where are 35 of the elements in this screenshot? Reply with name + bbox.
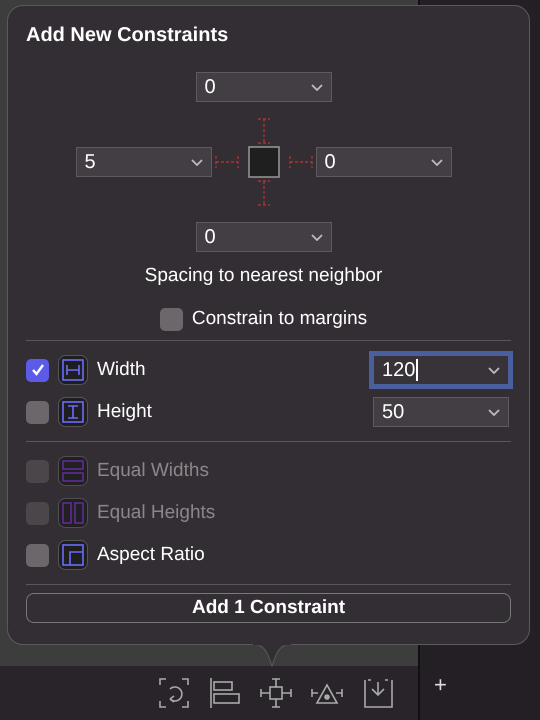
constraint-label: Height — [97, 401, 152, 423]
constraint-label: Width — [97, 359, 146, 381]
top-spacing-field[interactable]: 0 — [196, 72, 332, 102]
chevron-down-icon — [488, 408, 500, 416]
constraint-checkbox[interactable] — [26, 358, 49, 382]
chevron-down-icon — [310, 84, 322, 90]
constraint-checkbox[interactable] — [26, 400, 49, 424]
pin-constraints-icon[interactable] — [260, 677, 292, 709]
height-icon — [58, 397, 88, 427]
constraint-checkbox[interactable] — [26, 544, 49, 566]
chevron-down-icon — [190, 158, 202, 166]
left-spacing-field[interactable]: 5 — [76, 147, 212, 177]
margins-checkbox[interactable] — [160, 308, 183, 330]
stacked-bars-icon — [58, 456, 88, 486]
popover-title: Add New Constraints — [26, 24, 230, 47]
constraint-label: Equal Heights — [97, 502, 216, 524]
checkbox-label: Constrain to margins — [192, 308, 368, 330]
refresh-icon[interactable] — [158, 677, 190, 709]
constraint-label: Aspect Ratio — [97, 544, 205, 566]
download-icon[interactable] — [362, 677, 394, 709]
checkmark-icon — [30, 362, 46, 378]
constraint-value-field[interactable]: 50 — [373, 397, 509, 427]
spacing-label: Spacing to nearest neighbor — [144, 265, 384, 287]
add-constraints-button[interactable]: Add 1 Constraint — [26, 593, 511, 623]
aspect-ratio-icon — [58, 540, 88, 570]
chevron-down-icon — [310, 234, 322, 240]
columns-icon — [58, 498, 88, 528]
align-icon[interactable] — [209, 677, 241, 709]
right-spacing-field[interactable]: 0 — [316, 147, 452, 177]
width-icon — [58, 355, 88, 385]
chevron-down-icon — [488, 366, 500, 374]
chevron-down-icon — [430, 158, 442, 166]
bottom-spacing-field[interactable]: 0 — [196, 222, 332, 252]
add-button[interactable]: + — [434, 672, 447, 698]
constraint-label: Equal Widths — [97, 460, 209, 482]
